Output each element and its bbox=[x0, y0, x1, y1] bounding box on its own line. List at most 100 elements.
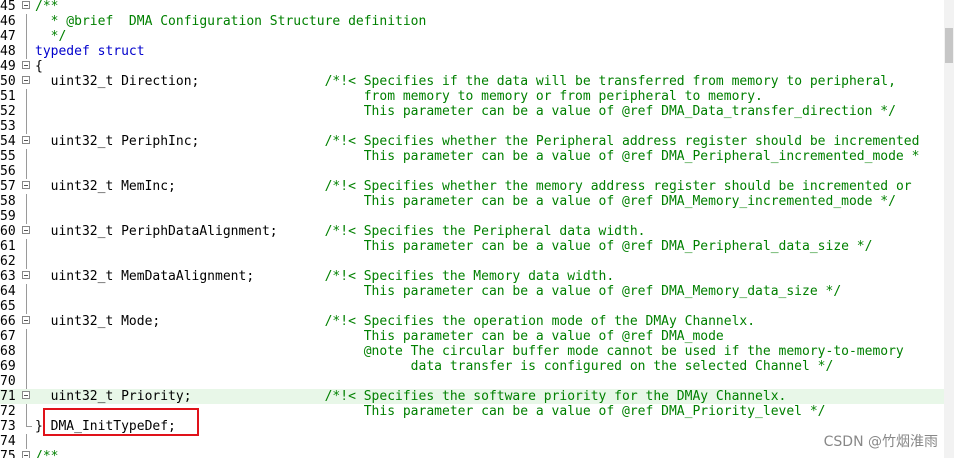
line-number: 46 bbox=[0, 14, 16, 29]
code-line[interactable]: 61 This parameter can be a value of @ref… bbox=[0, 239, 944, 254]
fold-toggle-icon[interactable] bbox=[22, 181, 30, 189]
line-number: 66 bbox=[0, 314, 16, 329]
fold-toggle-icon[interactable] bbox=[22, 1, 30, 9]
line-number: 56 bbox=[0, 164, 16, 179]
code-line[interactable]: 60 uint32_t PeriphDataAlignment; /*!< Sp… bbox=[0, 224, 944, 239]
code-text: { bbox=[35, 59, 43, 74]
line-number: 45 bbox=[0, 0, 16, 14]
fold-toggle-icon[interactable] bbox=[22, 136, 30, 144]
line-number: 54 bbox=[0, 134, 16, 149]
code-line[interactable]: 53 bbox=[0, 119, 944, 134]
code-text: uint32_t Mode; /*!< Specifies the operat… bbox=[35, 314, 756, 329]
code-line[interactable]: 55 This parameter can be a value of @ref… bbox=[0, 149, 944, 164]
fold-guide bbox=[26, 359, 27, 374]
code-text: This parameter can be a value of @ref DM… bbox=[35, 239, 873, 254]
line-number: 48 bbox=[0, 44, 16, 59]
code-line[interactable]: 47 */ bbox=[0, 29, 944, 44]
fold-toggle-icon[interactable] bbox=[22, 451, 30, 458]
code-text: /** bbox=[35, 449, 59, 458]
fold-guide bbox=[26, 239, 27, 254]
code-line[interactable]: 52 This parameter can be a value of @ref… bbox=[0, 104, 944, 119]
line-number: 58 bbox=[0, 194, 16, 209]
scrollbar-thumb[interactable] bbox=[945, 28, 953, 63]
code-line[interactable]: 71 uint32_t Priority; /*!< Specifies the… bbox=[0, 389, 944, 404]
line-number: 69 bbox=[0, 359, 16, 374]
code-text: This parameter can be a value of @ref DM… bbox=[35, 284, 842, 299]
line-number: 49 bbox=[0, 59, 16, 74]
fold-guide bbox=[26, 44, 27, 59]
code-line[interactable]: 57 uint32_t MemInc; /*!< Specifies wheth… bbox=[0, 179, 944, 194]
fold-toggle-icon[interactable] bbox=[22, 316, 30, 324]
code-text: This parameter can be a value of @ref DM… bbox=[35, 104, 896, 119]
line-number: 67 bbox=[0, 329, 16, 344]
line-number: 50 bbox=[0, 74, 16, 89]
line-number: 53 bbox=[0, 119, 16, 134]
fold-toggle-icon[interactable] bbox=[22, 271, 30, 279]
code-line[interactable]: 50 uint32_t Direction; /*!< Specifies if… bbox=[0, 74, 944, 89]
code-text: uint32_t MemInc; /*!< Specifies whether … bbox=[35, 179, 912, 194]
fold-guide bbox=[26, 119, 27, 134]
watermark: CSDN @竹烟淮雨 bbox=[823, 434, 938, 450]
code-line[interactable]: 46 * @brief DMA Configuration Structure … bbox=[0, 14, 944, 29]
code-line[interactable]: 66 uint32_t Mode; /*!< Specifies the ope… bbox=[0, 314, 944, 329]
line-number: 60 bbox=[0, 224, 16, 239]
line-number: 64 bbox=[0, 284, 16, 299]
code-line[interactable]: 67 This parameter can be a value of @ref… bbox=[0, 329, 944, 344]
code-text: * @brief DMA Configuration Structure def… bbox=[35, 14, 427, 29]
line-number: 47 bbox=[0, 29, 16, 44]
code-line[interactable]: 63 uint32_t MemDataAlignment; /*!< Speci… bbox=[0, 269, 944, 284]
fold-toggle-icon[interactable] bbox=[22, 61, 30, 69]
code-line[interactable]: 58 This parameter can be a value of @ref… bbox=[0, 194, 944, 209]
code-line[interactable]: 75 /** bbox=[0, 449, 944, 458]
code-line[interactable]: 49 { bbox=[0, 59, 944, 74]
line-number: 63 bbox=[0, 269, 16, 284]
code-text: from memory to memory or from peripheral… bbox=[35, 89, 763, 104]
fold-guide bbox=[26, 329, 27, 344]
highlight-box bbox=[43, 408, 199, 436]
line-number: 62 bbox=[0, 254, 16, 269]
code-text: This parameter can be a value of @ref DM… bbox=[35, 194, 896, 209]
line-number: 55 bbox=[0, 149, 16, 164]
fold-toggle-icon[interactable] bbox=[22, 76, 30, 84]
line-number: 70 bbox=[0, 374, 16, 389]
code-text: uint32_t MemDataAlignment; /*!< Specifie… bbox=[35, 269, 615, 284]
code-line[interactable]: 62 bbox=[0, 254, 944, 269]
fold-guide bbox=[26, 164, 27, 179]
vertical-scrollbar[interactable] bbox=[944, 0, 954, 458]
fold-guide bbox=[26, 89, 27, 104]
code-line[interactable]: 45 /** bbox=[0, 0, 944, 14]
code-line[interactable]: 70 bbox=[0, 374, 944, 389]
code-text: uint32_t Direction; /*!< Specifies if th… bbox=[35, 74, 896, 89]
code-line[interactable]: 74 bbox=[0, 434, 944, 449]
line-number: 61 bbox=[0, 239, 16, 254]
code-text: uint32_t PeriphInc; /*!< Specifies wheth… bbox=[35, 134, 920, 149]
fold-guide bbox=[26, 404, 27, 419]
fold-guide bbox=[26, 419, 32, 427]
code-line[interactable]: 56 bbox=[0, 164, 944, 179]
code-line[interactable]: 48 typedef struct bbox=[0, 44, 944, 59]
line-number: 57 bbox=[0, 179, 16, 194]
fold-toggle-icon[interactable] bbox=[22, 391, 30, 399]
code-text: /** bbox=[35, 0, 59, 14]
code-line[interactable]: 64 This parameter can be a value of @ref… bbox=[0, 284, 944, 299]
fold-guide bbox=[26, 284, 27, 299]
line-number: 52 bbox=[0, 104, 16, 119]
fold-toggle-icon[interactable] bbox=[22, 226, 30, 234]
fold-guide bbox=[26, 209, 27, 224]
code-line[interactable]: 69 data transfer is configured on the se… bbox=[0, 359, 944, 374]
fold-guide bbox=[26, 299, 27, 314]
code-line[interactable]: 51 from memory to memory or from periphe… bbox=[0, 89, 944, 104]
code-line[interactable]: 59 bbox=[0, 209, 944, 224]
code-line[interactable]: 54 uint32_t PeriphInc; /*!< Specifies wh… bbox=[0, 134, 944, 149]
line-number: 65 bbox=[0, 299, 16, 314]
code-text: */ bbox=[35, 29, 67, 44]
code-text: data transfer is configured on the selec… bbox=[35, 359, 834, 374]
fold-guide bbox=[26, 434, 27, 449]
line-number: 51 bbox=[0, 89, 16, 104]
code-line[interactable]: 65 bbox=[0, 299, 944, 314]
code-line[interactable]: 68 @note The circular buffer mode cannot… bbox=[0, 344, 944, 359]
code-editor[interactable]: 45/** 46 * @brief DMA Configuration Struc… bbox=[0, 0, 954, 458]
fold-guide bbox=[26, 29, 27, 44]
code-text: typedef struct bbox=[35, 44, 145, 59]
fold-guide bbox=[26, 254, 27, 269]
